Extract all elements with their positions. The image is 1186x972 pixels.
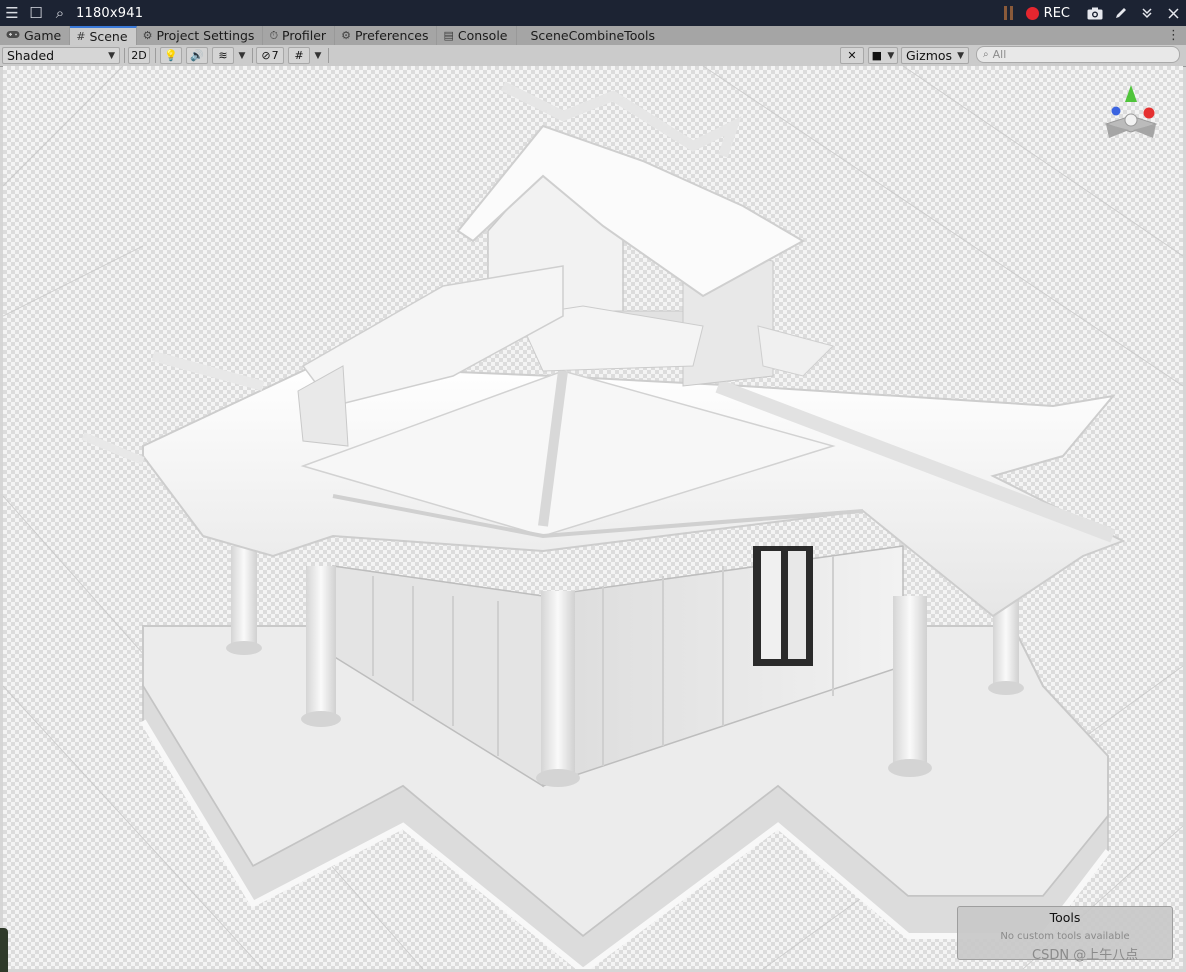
gear-icon: ⚙ [142,29,153,42]
scene-camera-button[interactable]: ■ ▼ [868,47,898,64]
y-axis-green [1125,85,1137,102]
tab-label: Game [24,28,62,43]
chevron-double-down-icon[interactable] [1134,0,1160,26]
hierarchy-search-input[interactable]: ⌕ All [976,46,1180,63]
tools-overlay-subtitle: No custom tools available [1000,931,1130,942]
tab-console[interactable]: ▤ Console [437,26,517,45]
x-axis-red [1143,107,1155,119]
draw-mode-dropdown[interactable]: Shaded ▼ [2,47,120,64]
scene-render [3,66,1183,969]
tab-game[interactable]: Game [0,26,71,45]
tab-label: Scene [89,29,128,44]
watermark-text: CSDN @上午八点 [1032,948,1139,963]
tab-preferences[interactable]: ⚙ Preferences [335,26,438,45]
pause-indicator [1003,6,1016,20]
screen-zoom-icon[interactable]: ⌕ [48,0,72,26]
2d-label: 2D [131,49,147,62]
crossed-tools-icon: ✕ [847,49,857,62]
z-axis-blue [1111,106,1121,116]
scene-viewport[interactable]: Tools No custom tools available [3,66,1183,969]
tab-options-kebab-icon[interactable]: ⋮ [1167,26,1180,45]
dropdown-arrow-icon: ▼ [957,50,964,61]
effects-toggle-button[interactable]: ≋ [212,47,234,64]
2d-toggle-button[interactable]: 2D [128,47,150,64]
console-icon: ▤ [443,29,454,42]
hidden-objects-toggle[interactable]: ⊘ 7 [256,47,284,64]
close-icon[interactable] [1160,0,1186,26]
camera-icon[interactable] [1082,0,1108,26]
gizmos-label: Gizmos [906,48,953,63]
profiler-icon: ⏱ [269,28,279,42]
tab-label: Console [457,28,508,43]
rec-label[interactable]: REC [1044,6,1070,21]
gamepad-icon [6,29,20,42]
tab-project-settings[interactable]: ⚙ Project Settings [137,26,264,45]
tab-scene[interactable]: # Scene [70,26,137,45]
draw-mode-value: Shaded [7,48,55,63]
tab-label: Profiler [282,28,327,43]
capture-resolution: 1180x941 [76,5,144,21]
lighting-toggle-button[interactable]: 💡 [160,47,182,64]
orientation-gizmo [1104,85,1158,138]
tab-label: Project Settings [156,28,255,43]
left-edge-handle [0,928,8,972]
hidden-count: 7 [271,49,279,62]
dropdown-arrow-icon: ▼ [108,50,115,61]
tab-profiler[interactable]: ⏱ Profiler [263,26,336,45]
speaker-icon: 🔊 [190,49,204,62]
grid-dropdown-arrow[interactable]: ▼ [312,47,324,64]
tools-overlay-title: Tools [1049,910,1081,925]
gear-icon: ⚙ [341,29,351,42]
hamburger-icon[interactable]: ☰ [0,0,24,26]
record-dot-icon[interactable] [1025,6,1039,20]
dropdown-arrow-icon: ▼ [887,50,895,61]
lightbulb-icon: 💡 [164,49,178,62]
grid-toggle-button[interactable]: # [288,47,310,64]
pen-icon[interactable] [1108,0,1134,26]
dropdown-arrow-icon: ▼ [314,50,322,61]
scene-tools-button[interactable]: ✕ [840,47,864,64]
dropdown-arrow-icon: ▼ [238,50,246,61]
tab-scene-combine-tools[interactable]: SceneCombineTools [517,26,663,45]
effects-layers-icon: ≋ [218,49,228,62]
tab-label: Preferences [354,28,429,43]
video-camera-icon: ■ [871,49,883,62]
eye-slash-icon: ⊘ [261,49,271,62]
square-icon[interactable]: ☐ [24,0,48,26]
search-icon: ⌕ [983,49,989,60]
capture-title-bar: ☰ ☐ ⌕ 1180x941 REC [0,0,1186,26]
grid-icon: # [294,49,304,62]
editor-tab-bar: Game # Scene ⚙ Project Settings ⏱ Profil… [0,26,1186,46]
search-placeholder: All [992,48,1007,61]
effects-dropdown-arrow[interactable]: ▼ [236,47,248,64]
hash-icon: # [76,30,86,43]
tab-label: SceneCombineTools [530,28,655,43]
audio-toggle-button[interactable]: 🔊 [186,47,208,64]
gizmos-dropdown[interactable]: Gizmos ▼ [901,47,969,64]
